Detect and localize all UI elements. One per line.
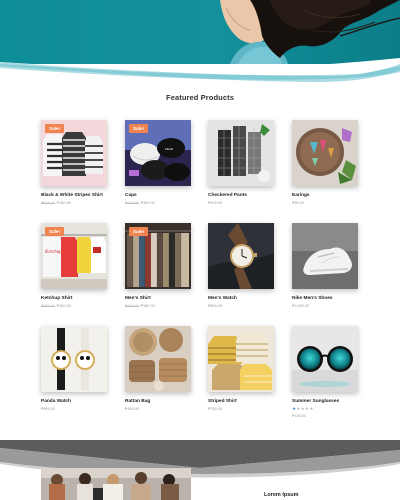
product-name[interactable]: Striped Shirt: [208, 399, 276, 404]
product-card[interactable]: Rattan Bag ₱350.00: [125, 326, 193, 411]
product-name[interactable]: Earings: [292, 193, 360, 198]
sale-badge: Sale!: [45, 124, 64, 133]
product-name[interactable]: Caps: [125, 193, 193, 198]
sale-badge: Sale!: [129, 124, 148, 133]
product-card[interactable]: Checkered Pants ₱400.00: [208, 120, 276, 205]
product-image[interactable]: [208, 223, 274, 289]
product-name[interactable]: Nike Men's Shoes: [292, 296, 360, 301]
old-price: ₱400.00: [41, 200, 56, 205]
hero-banner: [0, 0, 400, 86]
old-price: ₱400.00: [41, 303, 56, 308]
product-name[interactable]: Rattan Bag: [125, 399, 193, 404]
product-price: ₱400.00 ₱180.00: [125, 304, 193, 308]
product-price: ₱800.00: [41, 407, 109, 411]
product-price: ₱400.00 ₱300.00: [41, 304, 109, 308]
product-image[interactable]: [292, 120, 358, 186]
sale-badge: Sale!: [129, 227, 148, 236]
section-title: Featured Products: [166, 93, 234, 102]
regular-price: ₱80.00: [292, 200, 305, 205]
product-price: ₱250.00: [208, 407, 276, 411]
regular-price: ₱800.00: [41, 406, 56, 411]
product-image[interactable]: [125, 326, 191, 392]
product-name[interactable]: Men's Shirt: [125, 296, 193, 301]
product-card[interactable]: Striped Shirt ₱250.00: [208, 326, 276, 411]
old-price: ₱400.00: [125, 200, 140, 205]
product-image[interactable]: [292, 223, 358, 289]
sale-price: ₱300.00: [56, 303, 71, 308]
product-image[interactable]: Sale!: [41, 120, 107, 186]
product-price: ₱2,000.00: [292, 304, 360, 308]
regular-price: ₱350.00: [125, 406, 140, 411]
product-card[interactable]: Men's Watch ₱800.00: [208, 223, 276, 308]
sale-price: ₱180.00: [140, 303, 155, 308]
sale-price: ₱180.00: [56, 200, 71, 205]
regular-price: ₱2,000.00: [292, 303, 310, 308]
product-image[interactable]: [292, 326, 358, 392]
svg-text:Ketchup: Ketchup: [44, 250, 62, 255]
product-price: ₱400.00 ₱180.00: [41, 201, 109, 205]
product-card[interactable]: Earings ₱80.00: [292, 120, 360, 205]
product-price: ₱400.00: [208, 201, 276, 205]
product-image[interactable]: Sale!: [125, 223, 191, 289]
product-name[interactable]: Panda Watch: [41, 399, 109, 404]
product-name[interactable]: Ketchup Shirt: [41, 296, 109, 301]
product-price: ₱800.00: [208, 304, 276, 308]
product-image[interactable]: FEAR Sale!: [125, 120, 191, 186]
promo-heading: Lorem Ipsum: [264, 492, 299, 498]
product-price: ₱350.00: [125, 407, 193, 411]
star-icon: ★: [309, 405, 314, 411]
product-card[interactable]: Sale! Black & White Stripes Shirt ₱400.0…: [41, 120, 109, 205]
product-name[interactable]: Men's Watch: [208, 296, 276, 301]
product-card[interactable]: Sale! Men's Shirt ₱400.00 ₱180.00: [125, 223, 193, 308]
product-image[interactable]: Ketchup Sale!: [41, 223, 107, 289]
svg-text:FEAR: FEAR: [165, 147, 174, 151]
sale-price: ₱300.00: [140, 200, 155, 205]
sale-badge: Sale!: [45, 227, 64, 236]
product-card[interactable]: Summer Sunglasses ★★★★★ ₱150.00: [292, 326, 360, 418]
product-card[interactable]: Panda Watch ₱800.00: [41, 326, 109, 411]
product-name[interactable]: Summer Sunglasses: [292, 399, 360, 404]
product-image[interactable]: [208, 120, 274, 186]
product-price: ₱400.00 ₱300.00: [125, 201, 193, 205]
hero-wave-divider: [0, 58, 400, 86]
rating-stars: ★★★★★: [292, 405, 360, 412]
product-image[interactable]: [41, 326, 107, 392]
product-image[interactable]: [208, 326, 274, 392]
old-price: ₱400.00: [125, 303, 140, 308]
product-name[interactable]: Checkered Pants: [208, 193, 276, 198]
product-price: ₱80.00: [292, 201, 360, 205]
product-card[interactable]: FEAR Sale! Caps ₱400.00 ₱300.00: [125, 120, 193, 205]
regular-price: ₱400.00: [208, 200, 223, 205]
regular-price: ₱250.00: [208, 406, 223, 411]
promo-image: [41, 468, 191, 500]
product-card[interactable]: Ketchup Sale! Ketchup Shirt ₱400.00 ₱300.…: [41, 223, 109, 308]
product-name[interactable]: Black & White Stripes Shirt: [41, 193, 109, 198]
regular-price: ₱800.00: [208, 303, 223, 308]
product-card[interactable]: Nike Men's Shoes ₱2,000.00: [292, 223, 360, 308]
regular-price: ₱150.00: [292, 413, 307, 418]
product-price: ₱150.00: [292, 414, 360, 418]
